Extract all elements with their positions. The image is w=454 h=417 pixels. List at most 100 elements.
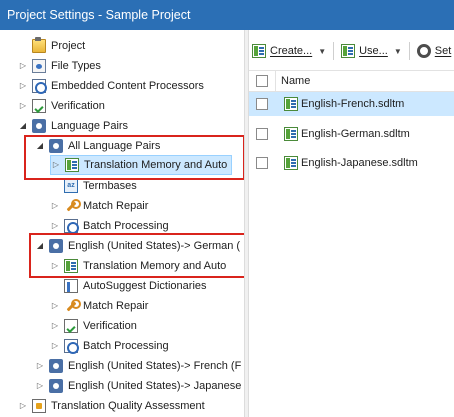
tree-item-translation-memory-german[interactable]: ▷ Translation Memory and Auto — [50, 256, 226, 276]
tree-item-project[interactable]: Project — [18, 36, 85, 56]
expand-icon[interactable]: ▷ — [50, 336, 60, 356]
list-header: Name — [249, 70, 454, 92]
tree-item-verification[interactable]: ▷ Verification — [18, 96, 105, 116]
translation-memory-icon — [65, 158, 79, 172]
row-checkbox[interactable] — [256, 128, 268, 140]
processor-icon — [32, 79, 47, 94]
translation-memory-icon — [341, 44, 356, 58]
toolbar: Create... ▼ Use... ▼ Set — [249, 38, 454, 64]
expand-icon[interactable]: ▷ — [50, 316, 60, 336]
wrench-icon — [64, 299, 81, 313]
translation-memory-icon — [64, 259, 78, 273]
tree-item-label: Verification — [83, 320, 137, 332]
file-name: English-French.sdltm — [301, 98, 405, 110]
expand-icon[interactable]: ▷ — [50, 196, 60, 216]
window-title: Project Settings - Sample Project — [0, 0, 454, 30]
expand-icon[interactable]: ▷ — [18, 76, 28, 96]
tree-item-file-types[interactable]: ▷ File Types — [18, 56, 101, 76]
column-header-name[interactable]: Name — [281, 75, 310, 87]
tree-item-all-language-pairs[interactable]: ◢ All Language Pairs — [35, 136, 160, 156]
tree-item-translation-memory-all[interactable]: ▷ Translation Memory and Auto — [50, 155, 233, 175]
tree-item-label: English (United States)-> French (F — [68, 360, 242, 372]
create-label: Create... — [270, 45, 313, 57]
language-pairs-icon — [32, 119, 46, 133]
tree-item-label: Language Pairs — [51, 120, 129, 132]
expand-icon[interactable]: ▷ — [18, 96, 28, 116]
file-name: English-Japanese.sdltm — [301, 157, 418, 169]
tree-item-label: Translation Memory and Auto — [83, 260, 227, 272]
tree-item-label: Termbases — [83, 180, 137, 192]
tm-file-icon — [284, 97, 298, 111]
project-icon — [32, 37, 46, 53]
tree-item-english-japanese[interactable]: ▷ English (United States)-> Japanese — [35, 376, 241, 396]
file-name: English-German.sdltm — [301, 128, 410, 140]
settings-button[interactable]: Set — [414, 39, 454, 63]
tree-item-translation-quality-assessment[interactable]: ▷ Translation Quality Assessment — [18, 396, 205, 416]
collapse-icon[interactable]: ◢ — [35, 136, 45, 156]
tree-item-label: Match Repair — [83, 200, 149, 212]
tqa-icon — [32, 399, 46, 413]
tree-item-label: English (United States)-> Japanese — [68, 380, 242, 392]
row-checkbox[interactable] — [256, 157, 268, 169]
chevron-down-icon[interactable]: ▼ — [318, 47, 326, 56]
settings-tree[interactable]: Project ▷ File Types ▷ Embedded Content … — [0, 30, 244, 417]
use-button[interactable]: Use... ▼ — [338, 39, 405, 63]
list-item[interactable]: English-Japanese.sdltm — [249, 151, 454, 175]
list-item[interactable]: English-French.sdltm — [249, 92, 454, 116]
expand-icon[interactable]: ▷ — [18, 396, 28, 416]
expand-icon[interactable]: ▷ — [50, 216, 60, 236]
batch-icon — [64, 339, 79, 354]
expand-icon[interactable]: ▷ — [35, 376, 45, 396]
toolbar-separator — [333, 42, 335, 60]
row-checkbox[interactable] — [256, 98, 268, 110]
tree-item-termbases[interactable]: az Termbases — [50, 176, 137, 196]
chevron-down-icon[interactable]: ▼ — [394, 47, 402, 56]
tree-item-english-german[interactable]: ◢ English (United States)-> German ( — [35, 236, 240, 256]
tree-item-match-repair-german[interactable]: ▷ Match Repair — [50, 296, 148, 316]
tree-item-match-repair[interactable]: ▷ Match Repair — [50, 196, 148, 216]
tree-item-label: Batch Processing — [83, 220, 169, 232]
tree-item-label: Match Repair — [83, 300, 149, 312]
collapse-icon[interactable]: ◢ — [35, 236, 45, 256]
termbase-icon: az — [64, 179, 78, 193]
language-pair-icon — [49, 359, 63, 373]
tree-item-label: Translation Memory and Auto — [84, 159, 228, 171]
tree-item-label: All Language Pairs — [68, 140, 161, 152]
use-label: Use... — [359, 45, 388, 57]
tm-file-icon — [284, 127, 298, 141]
batch-icon — [64, 219, 79, 234]
toolbar-separator — [408, 42, 410, 60]
tree-item-language-pairs[interactable]: ◢ Language Pairs — [18, 116, 128, 136]
language-pair-icon — [49, 239, 63, 253]
list-item[interactable]: English-German.sdltm — [249, 122, 454, 146]
verification-icon — [64, 319, 78, 333]
select-all-checkbox[interactable] — [256, 75, 268, 87]
translation-memory-icon — [252, 44, 266, 58]
expand-icon[interactable]: ▷ — [35, 356, 45, 376]
tree-item-batch-processing-german[interactable]: ▷ Batch Processing — [50, 336, 169, 356]
dictionary-icon — [64, 279, 78, 293]
gear-icon — [416, 44, 431, 58]
collapse-icon[interactable]: ◢ — [18, 116, 28, 136]
wrench-icon — [64, 199, 81, 213]
settings-label: Set — [434, 45, 452, 57]
tree-item-embedded-content-processors[interactable]: ▷ Embedded Content Processors — [18, 76, 204, 96]
expand-icon[interactable]: ▷ — [18, 56, 28, 76]
tm-file-icon — [284, 156, 298, 170]
verification-icon — [32, 99, 46, 113]
tree-item-batch-processing[interactable]: ▷ Batch Processing — [50, 216, 169, 236]
tree-item-verification-german[interactable]: ▷ Verification — [50, 316, 137, 336]
expand-icon[interactable]: ▷ — [51, 155, 61, 175]
tree-item-english-french[interactable]: ▷ English (United States)-> French (F — [35, 356, 241, 376]
language-pair-icon — [49, 379, 63, 393]
language-pair-icon — [49, 139, 63, 153]
tree-item-autosuggest-dictionaries[interactable]: AutoSuggest Dictionaries — [50, 276, 207, 296]
file-types-icon — [32, 59, 46, 73]
tree-item-label: Verification — [51, 100, 105, 112]
expand-icon[interactable]: ▷ — [50, 256, 60, 276]
expand-icon[interactable]: ▷ — [50, 296, 60, 316]
tree-item-label: English (United States)-> German ( — [68, 240, 241, 252]
create-button[interactable]: Create... ▼ — [249, 39, 329, 63]
translation-memory-panel: Create... ▼ Use... ▼ Set Name English-Fr… — [249, 30, 454, 417]
tree-item-label: File Types — [51, 60, 101, 72]
